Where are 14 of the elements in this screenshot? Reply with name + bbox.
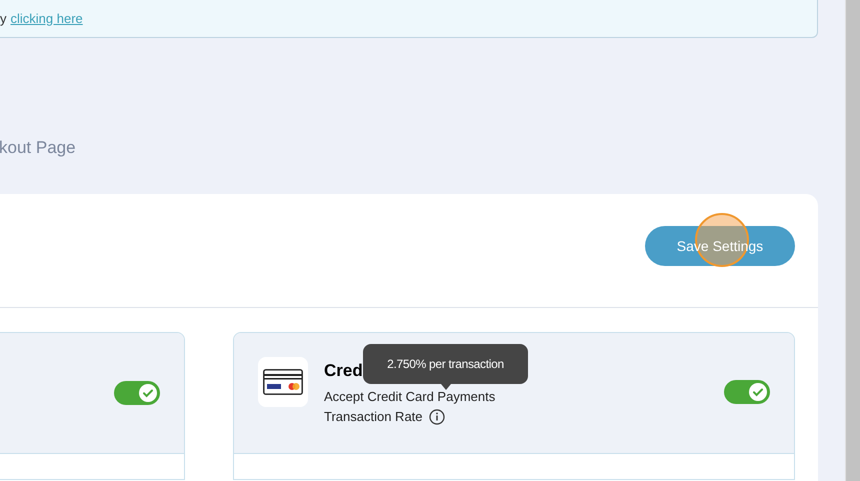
check-icon: [139, 384, 157, 402]
credit-card-icon: [258, 357, 308, 407]
toggle-switch[interactable]: [724, 380, 770, 404]
clicking-here-link[interactable]: clicking here: [10, 8, 83, 28]
rate-label: Transaction Rate: [324, 408, 423, 426]
banner-text: y: [0, 10, 6, 28]
toggle-switch[interactable]: [114, 381, 160, 405]
page-heading: kout Page: [0, 136, 76, 158]
check-icon: [749, 383, 767, 401]
tooltip-arrow: [441, 384, 451, 390]
info-icon[interactable]: [428, 409, 445, 425]
card-subtitle: Accept Credit Card Payments: [324, 388, 496, 406]
card-title: Cred: [324, 360, 363, 382]
tooltip: 2.750% per transaction: [363, 344, 528, 384]
